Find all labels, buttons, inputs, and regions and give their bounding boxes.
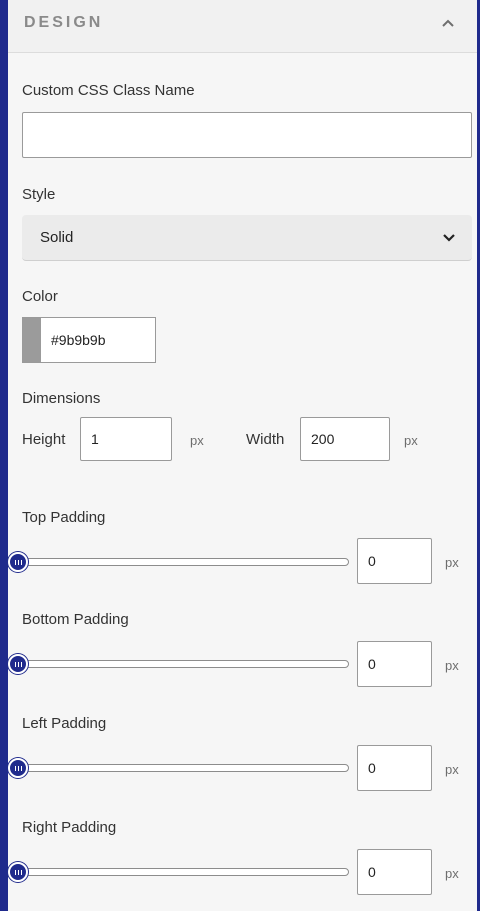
width-input[interactable]: 200	[300, 417, 390, 461]
design-section-header[interactable]: DESIGN	[8, 0, 477, 53]
right-padding-slider-handle[interactable]	[8, 862, 28, 882]
color-hex-value: #9b9b9b	[51, 332, 106, 348]
right-padding-unit: px	[445, 866, 459, 881]
left-padding-unit: px	[445, 762, 459, 777]
color-label: Color	[22, 288, 58, 305]
width-label: Width	[246, 431, 285, 448]
bottom-padding-input[interactable]: 0	[357, 641, 432, 687]
bottom-padding-slider-handle[interactable]	[8, 654, 28, 674]
height-unit: px	[190, 433, 204, 448]
chevron-down-icon	[443, 234, 455, 242]
left-padding-slider-handle[interactable]	[8, 758, 28, 778]
chevron-up-icon[interactable]	[439, 14, 457, 32]
css-class-input[interactable]	[22, 112, 472, 158]
left-padding-label: Left Padding	[22, 715, 107, 732]
right-padding-label: Right Padding	[22, 819, 117, 836]
css-class-label: Custom CSS Class Name	[22, 82, 195, 99]
top-padding-label: Top Padding	[22, 509, 106, 526]
height-label: Height	[22, 431, 66, 448]
bottom-padding-label: Bottom Padding	[22, 611, 129, 628]
style-select[interactable]: Solid	[22, 215, 472, 261]
top-padding-input[interactable]: 0	[357, 538, 432, 584]
top-padding-unit: px	[445, 555, 459, 570]
color-picker-field[interactable]: #9b9b9b	[22, 317, 156, 363]
style-label: Style	[22, 186, 56, 203]
dimensions-label: Dimensions	[22, 390, 101, 407]
height-input[interactable]: 1	[80, 417, 172, 461]
top-padding-slider-handle[interactable]	[8, 552, 28, 572]
right-padding-input[interactable]: 0	[357, 849, 432, 895]
bottom-padding-slider[interactable]	[14, 660, 349, 668]
section-title: DESIGN	[24, 14, 104, 31]
style-select-value: Solid	[40, 229, 74, 246]
width-unit: px	[404, 433, 418, 448]
bottom-padding-unit: px	[445, 658, 459, 673]
right-padding-slider[interactable]	[14, 868, 349, 876]
top-padding-slider[interactable]	[14, 558, 349, 566]
left-padding-input[interactable]: 0	[357, 745, 432, 791]
left-padding-slider[interactable]	[14, 764, 349, 772]
color-swatch[interactable]	[23, 318, 41, 362]
